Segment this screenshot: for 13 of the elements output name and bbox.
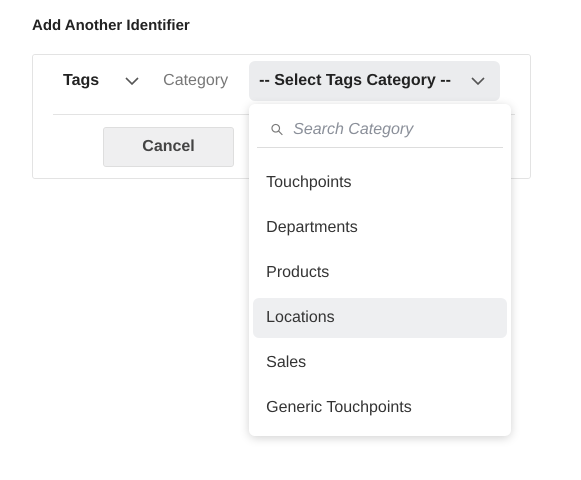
menu-item[interactable]: Products: [253, 253, 508, 293]
menu-item[interactable]: Sales: [253, 343, 508, 383]
category-dropdown[interactable]: -- Select Tags Category --: [249, 61, 500, 101]
type-dropdown[interactable]: Tags: [53, 61, 150, 101]
category-label: Category: [163, 72, 230, 90]
chevron-icon: [125, 77, 140, 85]
menu-item[interactable]: Locations: [253, 298, 508, 338]
chevron-icon: [470, 77, 485, 85]
menu-item[interactable]: Generic Touchpoints: [253, 388, 508, 428]
cancel-button[interactable]: Cancel: [103, 127, 234, 167]
menu-item[interactable]: Departments: [253, 208, 508, 248]
menu-item[interactable]: Touchpoints: [253, 163, 508, 203]
section-title: Add Another Identifier: [32, 17, 191, 36]
